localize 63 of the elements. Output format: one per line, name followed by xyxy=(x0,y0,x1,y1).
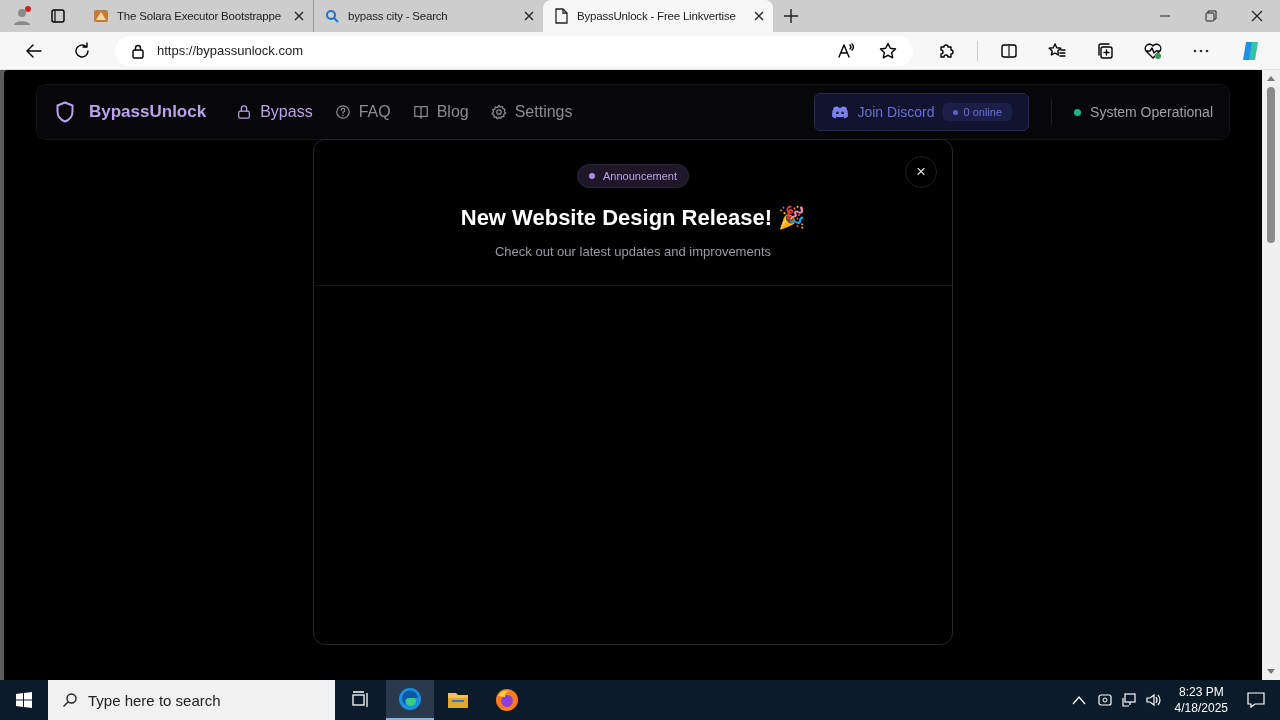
extensions-icon[interactable] xyxy=(937,41,956,60)
dialog-title: New Website Design Release! 🎉 xyxy=(460,205,806,231)
dialog-subtitle: Check out our latest updates and improvements xyxy=(494,244,771,259)
nav-link[interactable]: Bypass xyxy=(236,103,313,121)
address-bar[interactable]: https://bypassunlock.com xyxy=(115,35,914,66)
task-view-icon[interactable] xyxy=(350,690,370,710)
help-icon xyxy=(334,104,351,120)
announcement-badge: Announcement xyxy=(577,164,689,188)
profile-icon[interactable] xyxy=(12,6,32,26)
close-icon[interactable] xyxy=(1251,10,1263,22)
page-icon xyxy=(553,8,569,24)
network-icon[interactable] xyxy=(1120,692,1137,708)
status-text: System Operational xyxy=(1090,104,1213,120)
discord-icon xyxy=(831,105,850,119)
clock-date[interactable]: 4/18/2025 xyxy=(1174,700,1228,716)
nav-link[interactable]: FAQ xyxy=(334,103,391,121)
discord-button[interactable]: Join Discord 0 online xyxy=(814,93,1030,131)
app-icon xyxy=(93,8,109,24)
book-icon xyxy=(412,104,429,120)
scroll-thumb[interactable] xyxy=(1267,87,1275,243)
close-icon[interactable] xyxy=(753,10,765,22)
scrollbar[interactable] xyxy=(1262,70,1280,680)
lock-icon xyxy=(131,42,145,59)
search-icon xyxy=(62,692,78,708)
close-icon[interactable] xyxy=(293,10,305,22)
camera-icon[interactable] xyxy=(1096,692,1113,708)
star-icon[interactable] xyxy=(879,41,898,60)
windows-start-icon[interactable] xyxy=(15,691,33,709)
restore-icon[interactable] xyxy=(1205,10,1217,22)
edge-taskbar-icon[interactable] xyxy=(386,680,434,720)
new-tab-icon[interactable] xyxy=(783,8,799,24)
collections-icon[interactable] xyxy=(1096,41,1114,60)
clock-time[interactable]: 8:23 PM xyxy=(1178,684,1224,700)
tab-actions-icon[interactable] xyxy=(50,8,66,24)
brand-name[interactable]: BypassUnlock xyxy=(89,102,207,122)
split-screen-icon[interactable] xyxy=(1000,41,1018,60)
tab-title: BypassUnlock - Free Linkvertise xyxy=(577,10,737,22)
nav-link[interactable]: Blog xyxy=(412,103,469,121)
read-aloud-icon[interactable] xyxy=(837,41,856,60)
taskbar-search-field[interactable]: Type here to search xyxy=(48,680,335,720)
tab-title: The Solara Executor Bootstrappe xyxy=(117,10,282,22)
edge-icon xyxy=(398,687,422,711)
chevron-up-icon[interactable] xyxy=(1071,695,1086,705)
favorites-icon[interactable] xyxy=(1048,41,1066,60)
shield-icon xyxy=(55,101,75,123)
tab-title: bypass city - Search xyxy=(348,10,449,22)
volume-icon[interactable] xyxy=(1144,692,1163,708)
search-icon xyxy=(324,8,340,24)
close-icon[interactable] xyxy=(523,10,535,22)
firefox-icon[interactable] xyxy=(495,688,519,712)
nav-link[interactable]: Settings xyxy=(490,103,573,121)
url-text: https://bypassunlock.com xyxy=(157,43,303,58)
browser-tab[interactable]: BypassUnlock - Free Linkvertise xyxy=(543,0,773,32)
scroll-down-icon[interactable] xyxy=(1267,669,1275,674)
close-button[interactable]: × xyxy=(905,156,937,188)
online-count: 0 online xyxy=(942,103,1013,121)
notifications-icon[interactable] xyxy=(1246,690,1266,710)
refresh-icon[interactable] xyxy=(73,41,91,60)
browser-tab[interactable]: The Solara Executor Bootstrappe xyxy=(83,0,313,32)
settings-icon xyxy=(490,104,507,120)
lock-icon xyxy=(236,104,253,120)
health-icon[interactable] xyxy=(1144,41,1162,60)
scroll-up-icon[interactable] xyxy=(1267,76,1275,81)
